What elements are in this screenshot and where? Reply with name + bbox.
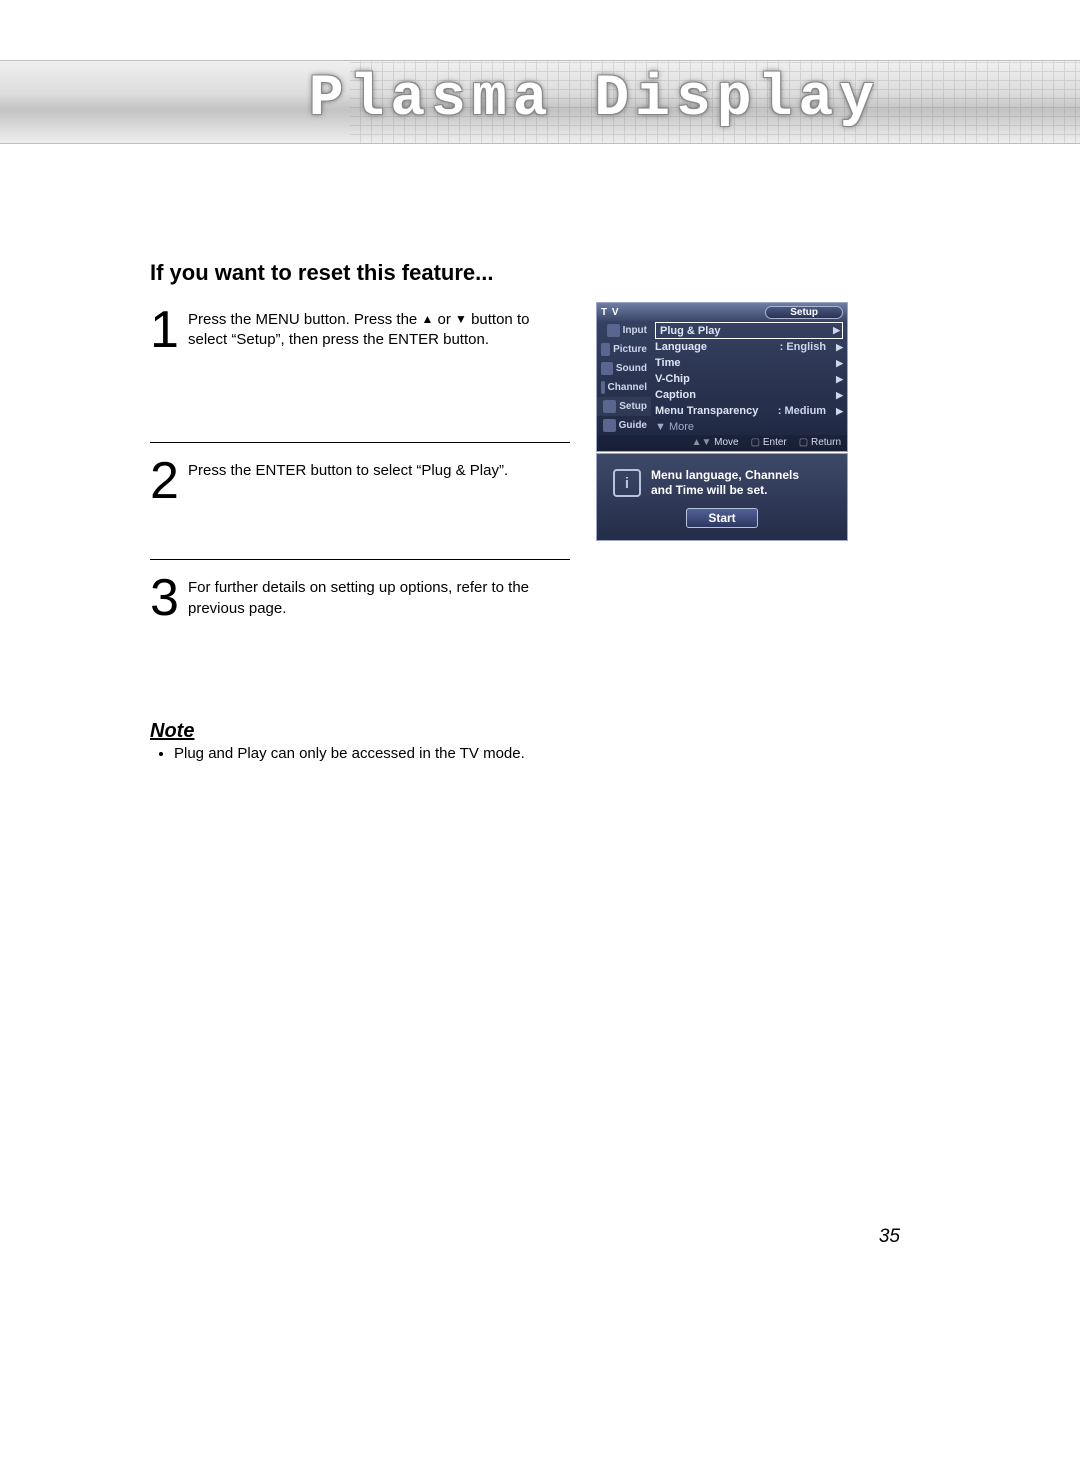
banner-title: Plasma Display (309, 67, 880, 132)
osd-footer: Move Enter Return (597, 435, 847, 451)
hint-move: Move (692, 437, 739, 448)
row-time[interactable]: Time ▶ (655, 355, 843, 371)
manual-page: Plasma Display If you want to reset this… (0, 0, 1080, 1473)
osd-tv-label: T V (601, 307, 620, 318)
label: Plug & Play (660, 325, 721, 337)
label: Menu Transparency (655, 405, 758, 417)
sidebar-item-setup[interactable]: Setup (597, 397, 651, 416)
input-icon (607, 324, 620, 337)
info-icon: i (613, 469, 641, 497)
osd-body: Input Picture Sound Channel Setup Guide … (597, 321, 847, 435)
header-banner: Plasma Display (0, 60, 1080, 144)
chevron-right-icon: ▶ (833, 325, 840, 336)
hint-enter: Enter (751, 437, 787, 448)
sidebar-item-picture[interactable]: Picture (597, 340, 651, 359)
guide-icon (603, 419, 616, 432)
label: Setup (619, 401, 647, 412)
note-block: Note Plug and Play can only be accessed … (150, 720, 525, 762)
dialog-row: i Menu language, Channels and Time will … (597, 454, 847, 498)
sidebar-item-sound[interactable]: Sound (597, 359, 651, 378)
step-number: 3 (150, 576, 180, 620)
content-area: If you want to reset this feature... 1 P… (150, 260, 930, 641)
sidebar-item-channel[interactable]: Channel (597, 378, 651, 397)
channel-icon (601, 381, 605, 394)
sidebar-item-guide[interactable]: Guide (597, 416, 651, 435)
chevron-right-icon: ▶ (836, 390, 843, 401)
osd-list: Plug & Play ▶ Language : English ▶ Time ▶ V-… (651, 321, 847, 435)
line1: Menu language, Channels (651, 468, 799, 483)
row-more[interactable]: ▼ More (655, 419, 843, 435)
chevron-right-icon: ▶ (836, 342, 843, 353)
label: Channel (608, 382, 647, 393)
sidebar-item-input[interactable]: Input (597, 321, 651, 340)
chevron-right-icon: ▶ (836, 374, 843, 385)
down-triangle-icon: ▼ (455, 311, 467, 327)
value: : English (780, 341, 826, 353)
label: Picture (613, 344, 647, 355)
text: or (433, 311, 455, 328)
osd-sidebar: Input Picture Sound Channel Setup Guide (597, 321, 651, 435)
picture-icon (601, 343, 610, 356)
note-heading: Note (150, 720, 525, 743)
chevron-right-icon: ▶ (836, 358, 843, 369)
osd-title-pill: Setup (765, 306, 843, 319)
row-plug-and-play[interactable]: Plug & Play ▶ (655, 322, 843, 339)
note-item: Plug and Play can only be accessed in th… (174, 745, 525, 762)
label: Sound (616, 363, 647, 374)
step-text: For further details on setting up option… (188, 576, 570, 619)
label: ▼ More (655, 421, 694, 433)
up-triangle-icon: ▲ (421, 311, 433, 327)
line2: and Time will be set. (651, 483, 799, 498)
label: Guide (619, 420, 647, 431)
step-2: 2 Press the ENTER button to select “Plug… (150, 453, 570, 560)
plug-and-play-dialog: i Menu language, Channels and Time will … (596, 453, 848, 541)
text: Press the MENU button. Press the (188, 311, 421, 328)
step-3: 3 For further details on setting up opti… (150, 570, 570, 630)
sound-icon (601, 362, 613, 375)
step-text: Press the ENTER button to select “Plug &… (188, 459, 570, 481)
row-language[interactable]: Language : English ▶ (655, 339, 843, 355)
chevron-right-icon: ▶ (836, 406, 843, 417)
step-number: 1 (150, 308, 180, 352)
note-list: Plug and Play can only be accessed in th… (150, 745, 525, 762)
setup-icon (603, 400, 616, 413)
label: V-Chip (655, 373, 690, 385)
row-menu-transparency[interactable]: Menu Transparency : Medium ▶ (655, 403, 843, 419)
step-number: 2 (150, 459, 180, 503)
label: Language (655, 341, 707, 353)
dialog-message: Menu language, Channels and Time will be… (651, 468, 799, 498)
value: : Medium (778, 405, 826, 417)
label: Input (623, 325, 647, 336)
step-1: 1 Press the MENU button. Press the ▲ or … (150, 302, 570, 443)
row-caption[interactable]: Caption ▶ (655, 387, 843, 403)
section-heading: If you want to reset this feature... (150, 260, 930, 286)
row-vchip[interactable]: V-Chip ▶ (655, 371, 843, 387)
osd-setup-menu: T V Setup Input Picture Sound Channel Se… (596, 302, 848, 452)
step-text: Press the MENU button. Press the ▲ or ▼ … (188, 308, 570, 351)
label: Caption (655, 389, 696, 401)
start-button[interactable]: Start (686, 508, 758, 528)
osd-titlebar: T V Setup (597, 303, 847, 321)
label: Time (655, 357, 680, 369)
page-number: 35 (879, 1226, 900, 1248)
hint-return: Return (799, 437, 841, 448)
